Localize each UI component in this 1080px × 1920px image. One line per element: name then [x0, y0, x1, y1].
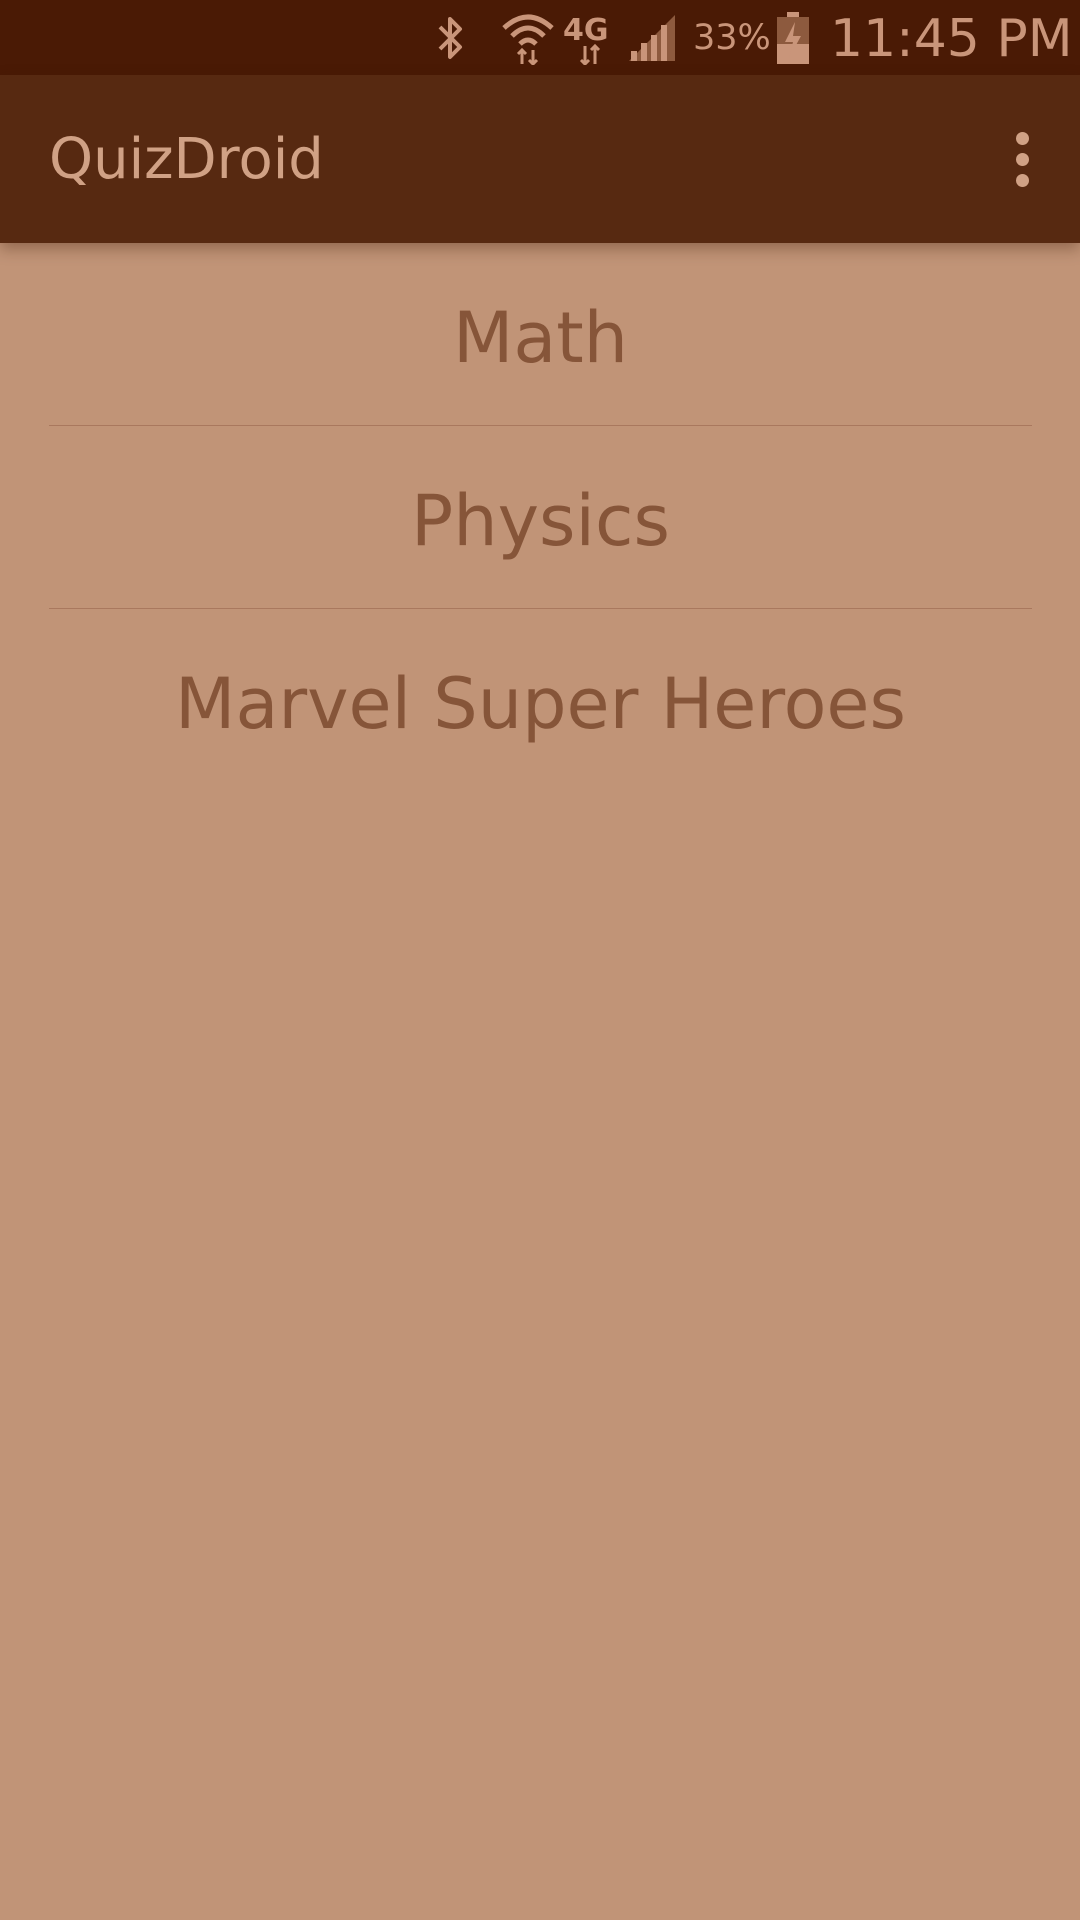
network-label: 4G — [563, 13, 609, 48]
battery-percentage: 33% — [693, 18, 771, 58]
app-title: QuizDroid — [49, 127, 324, 192]
topic-list: Math Physics Marvel Super Heroes — [49, 243, 1032, 791]
topic-item-math[interactable]: Math — [49, 243, 1032, 426]
overflow-dot — [1015, 173, 1029, 187]
signal-icon — [627, 10, 677, 65]
overflow-dot — [1015, 131, 1029, 145]
status-bar: 4G 33% 11:45 PM — [0, 0, 1080, 75]
overflow-dot — [1015, 152, 1029, 166]
bluetooth-icon — [430, 10, 470, 65]
topic-item-physics[interactable]: Physics — [49, 426, 1032, 609]
status-time: 11:45 PM — [830, 9, 1073, 69]
battery-charging-icon — [775, 10, 811, 65]
topic-item-marvel-super-heroes[interactable]: Marvel Super Heroes — [49, 609, 1032, 791]
topic-label: Physics — [411, 480, 670, 562]
topic-label: Math — [452, 297, 629, 379]
topic-label: Marvel Super Heroes — [175, 663, 906, 745]
app-bar: QuizDroid — [0, 75, 1080, 243]
lte-4g-icon: 4G — [563, 10, 623, 65]
wifi-icon — [500, 10, 556, 65]
more-vert-icon[interactable] — [994, 123, 1050, 195]
